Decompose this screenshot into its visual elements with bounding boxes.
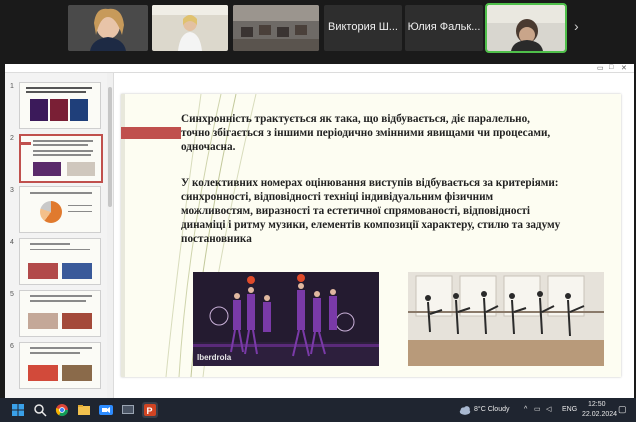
windows-start-icon[interactable] bbox=[10, 402, 26, 418]
search-icon[interactable] bbox=[32, 402, 48, 418]
current-slide: Синхронність трактується як така, що від… bbox=[121, 94, 621, 377]
participant-video-tile[interactable] bbox=[68, 5, 148, 51]
photo-sponsor-caption: Iberdrola bbox=[197, 353, 232, 362]
thumbnails-scrollbar[interactable] bbox=[107, 73, 114, 398]
thumbnail-number: 3 bbox=[10, 187, 14, 194]
clock-time[interactable]: 12:50 bbox=[588, 401, 606, 408]
close-icon[interactable]: ✕ bbox=[621, 64, 627, 72]
slide-paragraph-criteria: У колективних номерах оцінювання виступі… bbox=[181, 177, 561, 245]
windows-taskbar: P 8°C Cloudy ^ ▭ ◁ ENG 12:50 22.02.2024 … bbox=[0, 398, 636, 422]
file-explorer-icon[interactable] bbox=[76, 402, 92, 418]
slide-thumbnail[interactable] bbox=[19, 342, 101, 389]
notifications-icon[interactable]: ▢ bbox=[618, 404, 627, 415]
clock-date[interactable]: 22.02.2024 bbox=[582, 411, 617, 418]
slide-thumbnail[interactable] bbox=[19, 82, 101, 129]
window-titlebar: ▭ □ ✕ bbox=[5, 64, 634, 73]
slide-thumbnail[interactable] bbox=[19, 238, 101, 285]
participant-name-tile[interactable]: Юлия Фальк... bbox=[405, 5, 483, 51]
scrollbar-thumb[interactable] bbox=[108, 87, 112, 207]
network-icon[interactable]: ▭ bbox=[534, 405, 541, 413]
slide-thumbnails-pane: 1 2 3 4 5 6 bbox=[5, 73, 108, 398]
chevron-up-icon[interactable]: ^ bbox=[524, 406, 527, 413]
participant-name: Виктория Ш... bbox=[328, 21, 398, 33]
thumbnail-number: 1 bbox=[10, 83, 14, 90]
chrome-icon[interactable] bbox=[54, 402, 70, 418]
slide-thumbnail[interactable] bbox=[19, 186, 101, 233]
participant-avatar bbox=[152, 5, 228, 51]
participant-classroom-view bbox=[233, 5, 319, 51]
slide-thumbnail-selected[interactable] bbox=[19, 134, 103, 183]
thumbnail-number: 6 bbox=[10, 343, 14, 350]
maximize-icon[interactable]: □ bbox=[609, 64, 613, 71]
zoom-app-icon[interactable] bbox=[98, 402, 114, 418]
gymnastics-photo: Iberdrola bbox=[193, 272, 379, 366]
screen-app-icon[interactable] bbox=[120, 402, 136, 418]
restore-icon[interactable]: ▭ bbox=[597, 64, 604, 72]
weather-cloud-icon[interactable] bbox=[458, 403, 472, 417]
participant-video-tile-active-speaker[interactable] bbox=[485, 3, 567, 53]
ballet-class-photo bbox=[408, 272, 604, 366]
participant-name-tile[interactable]: Виктория Ш... bbox=[324, 5, 402, 51]
chevron-right-icon[interactable]: › bbox=[574, 18, 579, 34]
thumbnail-number: 4 bbox=[10, 239, 14, 246]
participant-video-tile[interactable] bbox=[152, 5, 228, 51]
participant-avatar bbox=[68, 5, 148, 51]
participants-strip: Виктория Ш... Юлия Фальк... › bbox=[0, 0, 636, 62]
slide-thumbnail[interactable] bbox=[19, 290, 101, 337]
participant-avatar bbox=[487, 5, 565, 51]
weather-text[interactable]: 8°C Cloudy bbox=[474, 406, 509, 413]
slide-paragraph-definition: Синхронність трактується як така, що від… bbox=[181, 113, 551, 153]
participant-name: Юлия Фальк... bbox=[407, 21, 481, 33]
powerpoint-icon[interactable]: P bbox=[142, 402, 158, 418]
thumbnail-number: 2 bbox=[10, 135, 14, 142]
language-indicator[interactable]: ENG bbox=[562, 406, 577, 413]
thumbnail-number: 5 bbox=[10, 291, 14, 298]
svg-text:P: P bbox=[147, 406, 153, 416]
participant-video-tile[interactable] bbox=[233, 5, 319, 51]
volume-icon[interactable]: ◁ bbox=[546, 405, 551, 413]
presentation-window: ▭ □ ✕ 1 2 3 4 5 6 Синхронність трактуєть… bbox=[5, 64, 634, 398]
title-accent-bar bbox=[121, 127, 181, 139]
